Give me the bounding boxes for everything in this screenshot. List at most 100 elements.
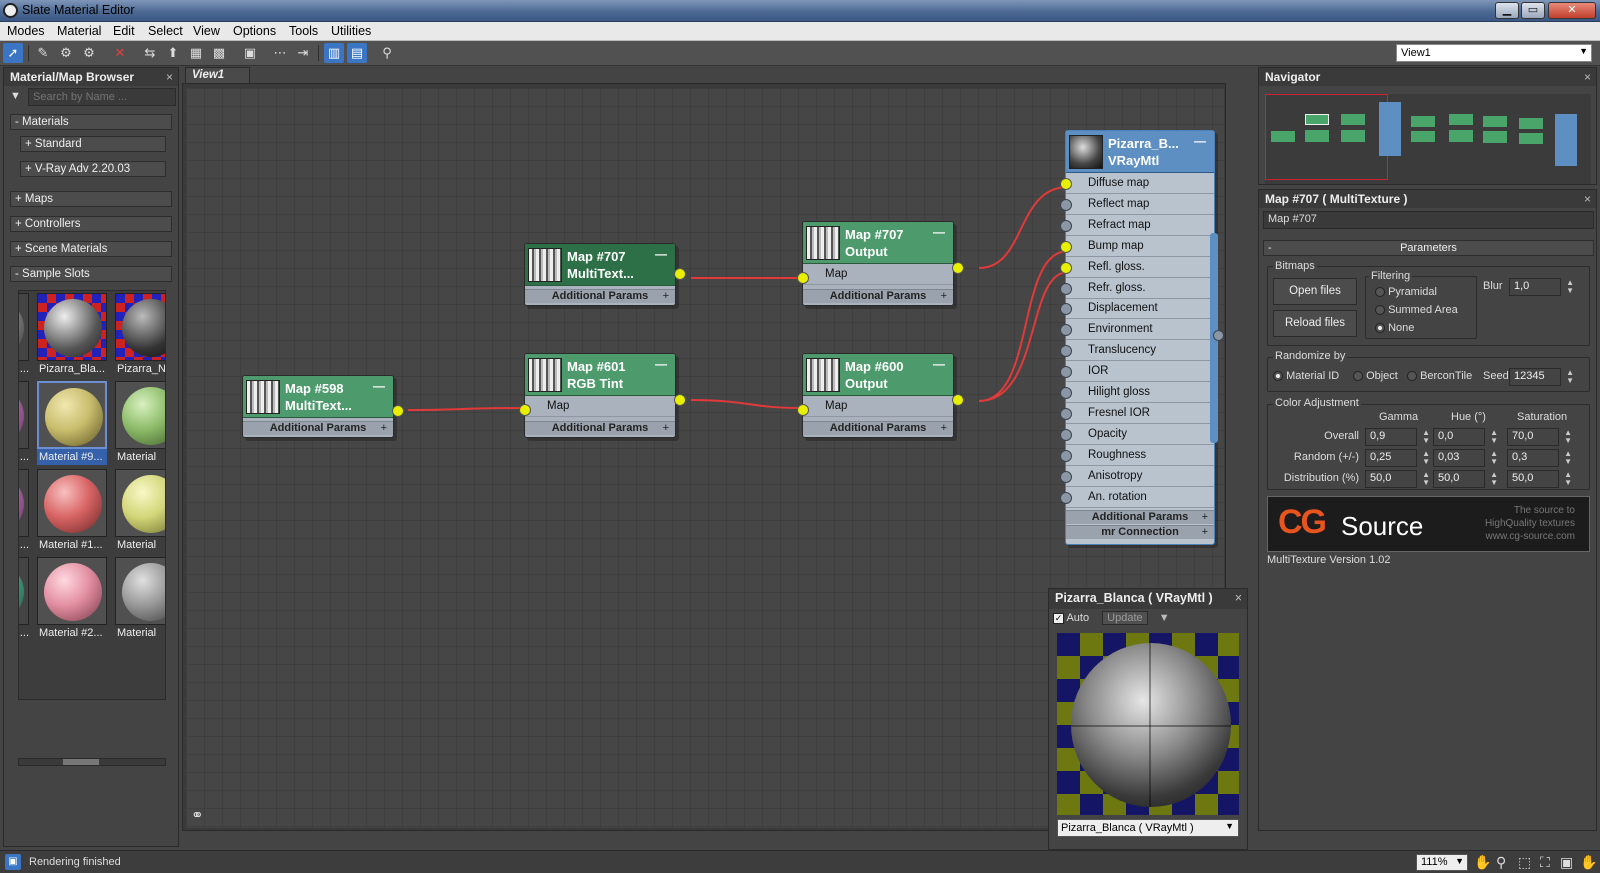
navigator-map[interactable] xyxy=(1265,94,1591,184)
node-additional-params[interactable]: Additional Params + xyxy=(243,421,393,435)
menu-utilities[interactable]: Utilities xyxy=(331,24,371,38)
node-additional-params[interactable]: Additional Params + xyxy=(803,421,953,435)
input-socket[interactable] xyxy=(1060,219,1072,232)
minimize-button[interactable]: ▁ xyxy=(1495,2,1519,19)
node-additional-params[interactable]: Additional Params + xyxy=(1066,510,1214,524)
color-spinner[interactable]: 70,0 ▲ ▼ xyxy=(1507,428,1572,446)
show-map-icon[interactable]: ▦ xyxy=(186,43,206,63)
blur-spinner[interactable]: 1,0 ▲ ▼ xyxy=(1509,278,1574,296)
input-socket[interactable] xyxy=(1060,428,1072,441)
filter-pyramidal[interactable]: Pyramidal xyxy=(1375,286,1437,298)
color-spinner[interactable]: 0,03 ▲ ▼ xyxy=(1433,449,1498,467)
slots-scrollbar[interactable] xyxy=(18,758,166,766)
filter-icon[interactable]: ▼ xyxy=(10,90,21,102)
preview-material-select[interactable]: Pizarra_Blanca ( VRayMtl ) ▼ xyxy=(1057,819,1239,837)
layout-children-icon[interactable]: ⇥ xyxy=(293,43,313,63)
color-spinner[interactable]: 0,25 ▲ ▼ xyxy=(1365,449,1430,467)
seed-spinner[interactable]: 12345 ▲ ▼ xyxy=(1509,368,1574,386)
input-socket[interactable] xyxy=(1060,491,1072,504)
node-additional-params[interactable]: Additional Params + xyxy=(803,289,953,303)
options-icon[interactable]: ▼ xyxy=(1159,612,1170,624)
open-files-button[interactable]: Open files xyxy=(1273,278,1357,305)
minimize-icon[interactable]: — xyxy=(655,247,667,261)
color-spinner[interactable]: 0,0 ▲ ▼ xyxy=(1433,428,1498,446)
node-slot[interactable]: Environment xyxy=(1066,320,1214,341)
menu-options[interactable]: Options xyxy=(233,24,276,38)
node-header[interactable]: Map #598 MultiText... — xyxy=(243,376,393,418)
color-spinner[interactable]: 0,3 ▲ ▼ xyxy=(1507,449,1572,467)
sample-slot[interactable]: Material #1... xyxy=(37,469,107,553)
sample-slot[interactable]: Material xyxy=(115,381,165,465)
input-socket[interactable] xyxy=(1060,470,1072,483)
sample-slot[interactable]: Pizarra_N xyxy=(115,293,165,377)
sample-slot[interactable]: Material xyxy=(115,469,165,553)
sample-slot-cut[interactable]: ... xyxy=(19,557,29,641)
reload-files-button[interactable]: Reload files xyxy=(1273,310,1357,337)
material-browser-toggle-icon[interactable]: ▥ xyxy=(324,43,344,63)
node-header[interactable]: Pizarra_B... VRayMtl — xyxy=(1066,131,1214,173)
input-socket[interactable] xyxy=(1060,198,1072,211)
layout-all-icon[interactable]: ⋯ xyxy=(270,43,290,63)
rollout-vray[interactable]: + V-Ray Adv 2.20.03 xyxy=(20,161,166,177)
close-window-button[interactable]: ✕ xyxy=(1548,2,1596,19)
node-header[interactable]: Map #600 Output — xyxy=(803,354,953,396)
close-icon[interactable]: × xyxy=(166,70,173,84)
menu-modes[interactable]: Modes xyxy=(7,24,45,38)
rollout-scene-materials[interactable]: + Scene Materials xyxy=(10,241,172,257)
node-map600-output[interactable]: Map #600 Output — Map Additional Params + xyxy=(797,353,964,438)
update-button[interactable]: Update xyxy=(1102,611,1148,625)
delete-icon[interactable]: ✕ xyxy=(110,43,130,63)
pan-to-selected-icon[interactable]: ✋ xyxy=(1580,854,1597,871)
node-mr-connection[interactable]: mr Connection + xyxy=(1066,525,1214,539)
select-by-material-icon[interactable]: ⚲ xyxy=(377,43,397,63)
input-socket[interactable] xyxy=(1060,240,1072,253)
minimize-icon[interactable]: — xyxy=(933,357,945,371)
assign-material-icon[interactable]: ⚙ xyxy=(79,43,99,63)
input-socket[interactable] xyxy=(797,404,809,416)
parameter-editor-toggle-icon[interactable]: ▤ xyxy=(347,43,367,63)
input-socket[interactable] xyxy=(1060,387,1072,399)
input-socket[interactable] xyxy=(519,404,531,416)
close-icon[interactable]: × xyxy=(1235,591,1242,605)
filter-none[interactable]: None xyxy=(1375,322,1414,334)
background-icon[interactable]: ▩ xyxy=(209,43,229,63)
tab-view1[interactable]: View1 xyxy=(185,67,250,83)
node-slot[interactable]: Displacement xyxy=(1066,299,1214,320)
auto-checkbox[interactable]: ✓ xyxy=(1053,612,1064,624)
close-icon[interactable]: × xyxy=(1584,192,1591,206)
rollout-parameters[interactable]: - Parameters xyxy=(1263,240,1594,256)
node-slot[interactable]: Anisotropy xyxy=(1066,467,1214,487)
node-additional-params[interactable]: Additional Params + xyxy=(525,421,675,435)
node-slot[interactable]: An. rotation xyxy=(1066,488,1214,508)
node-map707-multitexture[interactable]: Map #707 MultiText... — Additional Params + xyxy=(524,243,686,306)
minimize-icon[interactable]: — xyxy=(373,379,385,393)
color-spinner[interactable]: 50,0 ▲ ▼ xyxy=(1365,470,1430,488)
node-slot[interactable]: Refract map xyxy=(1066,216,1214,236)
node-slot[interactable]: Reflect map xyxy=(1066,195,1214,215)
input-socket[interactable] xyxy=(1060,261,1072,274)
menu-select[interactable]: Select xyxy=(148,24,183,38)
rollout-materials[interactable]: - Materials xyxy=(10,114,172,130)
output-socket[interactable] xyxy=(952,262,964,274)
node-map707-output[interactable]: Map #707 Output — Map Additional Params + xyxy=(797,221,964,306)
view-select[interactable]: View1 ▼ xyxy=(1396,44,1592,62)
sample-slot-cut[interactable]: ... xyxy=(19,381,29,465)
zoom-region-icon[interactable]: ⬚ xyxy=(1518,854,1531,871)
hide-unused-icon[interactable]: ⬆ xyxy=(163,43,183,63)
node-slot-map[interactable]: Map xyxy=(525,397,675,417)
node-slot[interactable]: Opacity xyxy=(1066,425,1214,445)
binoculars-icon[interactable]: ⚭ xyxy=(191,806,204,824)
minimize-icon[interactable]: — xyxy=(933,225,945,239)
node-slot-map[interactable]: Map xyxy=(803,265,953,285)
output-socket[interactable] xyxy=(392,405,404,417)
close-icon[interactable]: × xyxy=(1584,70,1591,84)
maximize-button[interactable]: ▭ xyxy=(1521,2,1545,19)
move-children-icon[interactable]: ⇆ xyxy=(140,43,160,63)
input-socket[interactable] xyxy=(1060,449,1072,462)
rollout-sample-slots[interactable]: - Sample Slots xyxy=(10,266,172,282)
rollout-controllers[interactable]: + Controllers xyxy=(10,216,172,232)
color-spinner[interactable]: 50,0 ▲ ▼ xyxy=(1507,470,1572,488)
zoom-extents-icon[interactable]: ⛶ xyxy=(1540,854,1550,871)
node-additional-params[interactable]: Additional Params + xyxy=(525,289,675,303)
sample-slot[interactable]: Material xyxy=(115,557,165,641)
